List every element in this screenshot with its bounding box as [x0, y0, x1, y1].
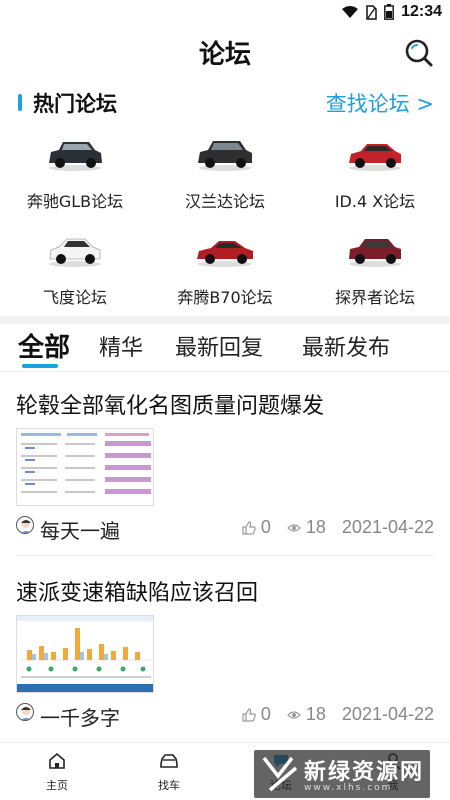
- car-thumbnail: [349, 239, 401, 267]
- view-count: 18: [305, 704, 326, 724]
- wifi-icon: [342, 6, 359, 18]
- forum-label: 探界者论坛: [334, 288, 415, 307]
- sim-icon: [366, 4, 377, 20]
- chart-screenshot-image: [17, 616, 153, 692]
- car-thumbnail: [197, 241, 253, 267]
- status-bar: 12:34: [0, 0, 450, 24]
- view-count: 18: [305, 517, 326, 537]
- spreadsheet-image: [17, 429, 153, 505]
- forum-label: 飞度论坛: [42, 288, 107, 307]
- post-item[interactable]: 速派变速箱缺陷应该召回 一千多字 0 18 2021-04-22: [0, 575, 450, 741]
- user-avatar-icon: [21, 520, 31, 533]
- like-count: 0: [260, 517, 271, 537]
- battery-icon: [384, 4, 394, 20]
- page-title: 论坛: [198, 40, 251, 70]
- post-thumbnail: [16, 615, 154, 693]
- tab-latest-post[interactable]: 最新发布: [302, 330, 390, 362]
- watermark-text: 新绿资源网: [304, 760, 425, 785]
- post-date: 2021-04-22: [341, 704, 434, 724]
- post-title: 轮毂全部氧化名图质量问题爆发: [16, 394, 325, 419]
- car-thumbnail: [349, 144, 401, 171]
- car-thumbnail: [198, 141, 252, 171]
- forum-label: 汉兰达论坛: [184, 192, 265, 211]
- watermark-logo-icon: [262, 756, 298, 792]
- hot-forums-header: 热门论坛 查找论坛 >: [0, 84, 450, 120]
- forum-item-highlander[interactable]: 汉兰达论坛: [150, 128, 300, 224]
- status-time: 12:34: [401, 3, 442, 20]
- forum-item-fit[interactable]: 飞度论坛: [0, 224, 150, 320]
- nav-find-car[interactable]: 找车: [139, 751, 199, 793]
- nav-find-car-label: 找车: [158, 779, 180, 792]
- nav-home[interactable]: 主页: [27, 751, 87, 793]
- car-icon: [160, 754, 178, 768]
- post-date: 2021-04-22: [341, 517, 434, 537]
- active-tab-indicator: [22, 364, 58, 368]
- forum-label: 奔驰GLB论坛: [26, 192, 124, 211]
- post-meta: 0 18 2021-04-22: [242, 704, 434, 725]
- hot-forums-title: 热门论坛: [33, 92, 117, 116]
- forum-item-id4x[interactable]: ID.4 X论坛: [300, 128, 450, 224]
- search-icon: [405, 39, 433, 67]
- post-filter-tabs: 全部 精华 最新回复 最新发布: [0, 324, 450, 372]
- author-name[interactable]: 一千多字: [40, 702, 120, 731]
- post-thumbnail: [16, 428, 154, 506]
- author-name[interactable]: 每天一遍: [40, 515, 120, 544]
- watermark-url: www.xlhs.com: [304, 783, 393, 793]
- post-title: 速派变速箱缺陷应该召回: [16, 581, 259, 606]
- eye-icon: [287, 710, 301, 719]
- forum-item-equinox[interactable]: 探界者论坛: [300, 224, 450, 320]
- forum-item-b70[interactable]: 奔腾B70论坛: [150, 224, 300, 320]
- hot-forums-grid: 奔驰GLB论坛 汉兰达论坛 ID.4 X论坛 飞度论坛 奔腾B70论坛 探界者论…: [0, 128, 450, 320]
- forum-label: 奔腾B70论坛: [177, 288, 273, 307]
- car-thumbnail: [49, 238, 101, 267]
- tab-latest-reply[interactable]: 最新回复: [175, 330, 263, 362]
- find-forum-link[interactable]: 查找论坛 >: [326, 88, 434, 118]
- watermark: 新绿资源网 www.xlhs.com: [254, 750, 430, 798]
- app-header: 论坛: [0, 24, 450, 80]
- eye-icon: [287, 523, 301, 532]
- section-marker: [18, 94, 22, 111]
- car-thumbnail: [49, 142, 102, 171]
- nav-home-label: 主页: [46, 779, 68, 792]
- tab-all[interactable]: 全部: [18, 327, 70, 364]
- thumbs-up-icon[interactable]: [242, 520, 256, 535]
- home-icon: [49, 752, 65, 769]
- user-avatar-icon: [21, 707, 31, 720]
- forum-item-glb[interactable]: 奔驰GLB论坛: [0, 128, 150, 224]
- post-item[interactable]: 轮毂全部氧化名图质量问题爆发 每天一遍 0 18 2021-04-22: [0, 388, 450, 556]
- search-button[interactable]: [404, 38, 434, 68]
- section-divider: [0, 316, 450, 324]
- status-icons: 12:34: [341, 3, 442, 21]
- like-count: 0: [260, 704, 271, 724]
- post-separator: [16, 555, 434, 556]
- tab-featured[interactable]: 精华: [99, 330, 143, 362]
- avatar[interactable]: [16, 703, 34, 721]
- avatar[interactable]: [16, 516, 34, 534]
- forum-label: ID.4 X论坛: [334, 192, 416, 211]
- post-meta: 0 18 2021-04-22: [242, 517, 434, 538]
- thumbs-up-icon[interactable]: [242, 707, 256, 722]
